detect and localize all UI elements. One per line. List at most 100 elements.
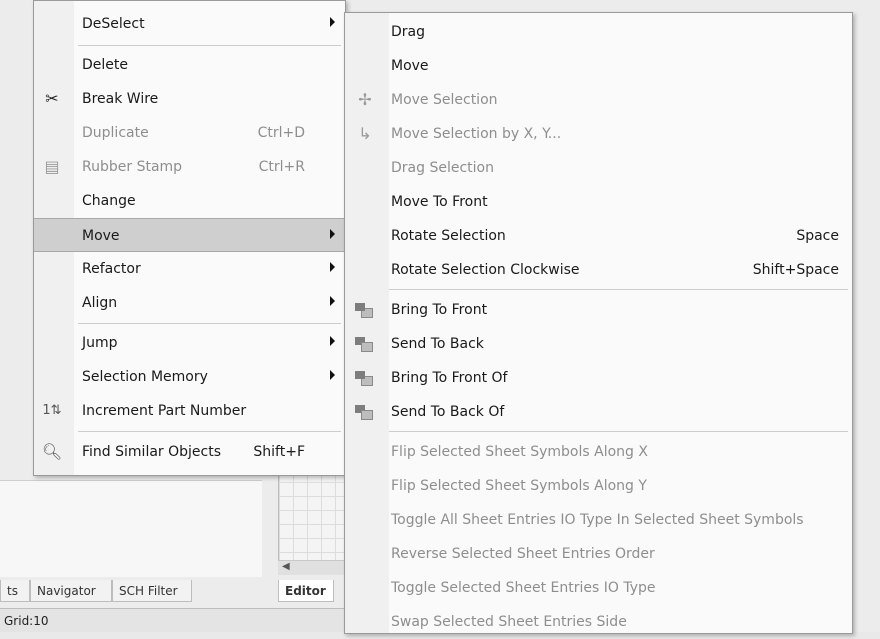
move-cross-icon: ✢ xyxy=(358,90,372,109)
tab-sch-filter[interactable]: SCH Filter xyxy=(112,580,192,602)
menu-separator xyxy=(389,431,848,432)
menu-separator xyxy=(78,45,341,46)
menu-item-label: Reverse Selected Sheet Entries Order xyxy=(391,546,655,562)
submenu-item-move-to-front[interactable]: Move To Front xyxy=(345,185,852,219)
menu-item-increment-part-number[interactable]: 1⇅ Increment Part Number xyxy=(34,394,345,428)
horizontal-scrollbar[interactable]: ◀ xyxy=(278,560,344,575)
menu-item-label: Duplicate xyxy=(82,125,149,141)
grid-status: Grid:10 xyxy=(4,614,49,628)
submenu-item-toggle-all-io-type[interactable]: Toggle All Sheet Entries IO Type In Sele… xyxy=(345,503,852,537)
menu-item-label: Selection Memory xyxy=(82,369,208,385)
menu-item-label: Move xyxy=(391,58,429,74)
menu-item-label: Bring To Front Of xyxy=(391,370,508,386)
menu-item-label: Break Wire xyxy=(82,91,159,107)
submenu-item-send-to-back-of[interactable]: Send To Back Of xyxy=(345,395,852,429)
submenu-item-toggle-io-type[interactable]: Toggle Selected Sheet Entries IO Type xyxy=(345,571,852,605)
menu-separator xyxy=(78,323,341,324)
submenu-arrow-icon xyxy=(330,336,335,346)
magnifier-icon: 🔍︎ xyxy=(41,442,63,461)
side-panel-area xyxy=(0,480,262,577)
submenu-arrow-icon xyxy=(330,229,335,239)
submenu-item-move[interactable]: Move xyxy=(345,49,852,83)
menu-item-label: Refactor xyxy=(82,261,141,277)
menu-item-selection-memory[interactable]: Selection Memory xyxy=(34,360,345,394)
menu-item-jump[interactable]: Jump xyxy=(34,326,345,360)
menu-item-label: Align xyxy=(82,295,118,311)
menu-item-label: Flip Selected Sheet Symbols Along X xyxy=(391,444,648,460)
submenu-item-rotate-selection-clockwise[interactable]: Rotate Selection Clockwise Shift+Space xyxy=(345,253,852,287)
menu-item-shortcut: Ctrl+R xyxy=(258,159,305,175)
scissors-icon: ✂ xyxy=(45,89,59,108)
submenu-item-send-to-back[interactable]: Send To Back xyxy=(345,327,852,361)
menu-item-duplicate[interactable]: Duplicate Ctrl+D xyxy=(34,116,345,150)
submenu-item-bring-to-front-of[interactable]: Bring To Front Of xyxy=(345,361,852,395)
submenu-item-move-selection[interactable]: ✢ Move Selection xyxy=(345,83,852,117)
menu-item-label: Increment Part Number xyxy=(82,403,247,419)
menu-item-label: Send To Back xyxy=(391,336,484,352)
menu-item-change[interactable]: Change xyxy=(34,184,345,218)
menu-item-label: Delete xyxy=(82,57,128,73)
menu-item-label: Send To Back Of xyxy=(391,404,505,420)
submenu-item-reverse-entries-order[interactable]: Reverse Selected Sheet Entries Order xyxy=(345,537,852,571)
menu-item-label: Flip Selected Sheet Symbols Along Y xyxy=(391,478,647,494)
submenu-item-bring-to-front[interactable]: Bring To Front xyxy=(345,293,852,327)
context-menu: DeSelect Delete ✂ Break Wire Duplicate C… xyxy=(33,0,346,476)
menu-item-label: Toggle Selected Sheet Entries IO Type xyxy=(391,580,656,596)
submenu-item-rotate-selection[interactable]: Rotate Selection Space xyxy=(345,219,852,253)
menu-item-shortcut: Shift+F xyxy=(253,444,305,460)
menu-item-deselect[interactable]: DeSelect xyxy=(34,7,345,41)
increment-icon: 1⇅ xyxy=(42,403,62,418)
menu-item-label: Jump xyxy=(82,335,118,351)
send-to-back-of-icon xyxy=(355,405,373,420)
menu-item-label: Rubber Stamp xyxy=(82,159,183,175)
rubber-stamp-icon: ▤ xyxy=(44,157,60,176)
menu-item-refactor[interactable]: Refactor xyxy=(34,252,345,286)
menu-item-label: Toggle All Sheet Entries IO Type In Sele… xyxy=(391,512,804,528)
menu-item-label: Swap Selected Sheet Entries Side xyxy=(391,614,627,630)
status-bar: Grid:10 xyxy=(0,608,344,632)
menu-item-move[interactable]: Move xyxy=(34,218,345,252)
panel-tab-bar: ts Navigator SCH Filter Editor xyxy=(0,578,344,604)
bring-to-front-of-icon xyxy=(355,371,373,386)
menu-separator xyxy=(78,431,341,432)
menu-item-label: Move xyxy=(82,228,120,244)
menu-item-shortcut: Shift+Space xyxy=(752,262,839,278)
submenu-arrow-icon xyxy=(330,296,335,306)
tab-navigator[interactable]: Navigator xyxy=(30,580,112,602)
submenu-item-flip-along-y[interactable]: Flip Selected Sheet Symbols Along Y xyxy=(345,469,852,503)
submenu-item-flip-along-x[interactable]: Flip Selected Sheet Symbols Along X xyxy=(345,435,852,469)
menu-item-delete[interactable]: Delete xyxy=(34,48,345,82)
menu-item-label: DeSelect xyxy=(82,16,145,32)
tab-editor[interactable]: Editor xyxy=(278,580,334,602)
menu-item-rubber-stamp[interactable]: ▤ Rubber Stamp Ctrl+R xyxy=(34,150,345,184)
menu-item-label: Move Selection by X, Y... xyxy=(391,126,562,142)
move-xy-icon: ↳ xyxy=(358,124,372,143)
submenu-arrow-icon xyxy=(330,262,335,272)
menu-item-label: Rotate Selection xyxy=(391,228,506,244)
submenu-item-move-selection-by-xy[interactable]: ↳ Move Selection by X, Y... xyxy=(345,117,852,151)
submenu-arrow-icon xyxy=(330,370,335,380)
menu-item-label: Change xyxy=(82,193,136,209)
menu-item-label: Move Selection xyxy=(391,92,498,108)
submenu-item-drag[interactable]: Drag xyxy=(345,15,852,49)
menu-item-label: Bring To Front xyxy=(391,302,488,318)
menu-item-label: Move To Front xyxy=(391,194,488,210)
bring-to-front-icon xyxy=(355,303,373,318)
send-to-back-icon xyxy=(355,337,373,352)
menu-item-break-wire[interactable]: ✂ Break Wire xyxy=(34,82,345,116)
menu-item-shortcut: Space xyxy=(796,228,839,244)
menu-item-find-similar-objects[interactable]: 🔍︎ Find Similar Objects Shift+F xyxy=(34,435,345,469)
menu-item-label: Find Similar Objects xyxy=(82,444,222,460)
menu-separator xyxy=(389,289,848,290)
scroll-left-icon[interactable]: ◀ xyxy=(282,561,290,572)
menu-item-label: Drag xyxy=(391,24,426,40)
move-submenu: Drag Move ✢ Move Selection ↳ Move Select… xyxy=(344,12,853,634)
submenu-arrow-icon xyxy=(330,17,335,27)
menu-item-label: Drag Selection xyxy=(391,160,494,176)
menu-item-label: Rotate Selection Clockwise xyxy=(391,262,580,278)
submenu-item-swap-entries-side[interactable]: Swap Selected Sheet Entries Side xyxy=(345,605,852,639)
submenu-item-drag-selection[interactable]: Drag Selection xyxy=(345,151,852,185)
menu-item-shortcut: Ctrl+D xyxy=(257,125,305,141)
tab-projects[interactable]: ts xyxy=(0,580,30,602)
menu-item-align[interactable]: Align xyxy=(34,286,345,320)
